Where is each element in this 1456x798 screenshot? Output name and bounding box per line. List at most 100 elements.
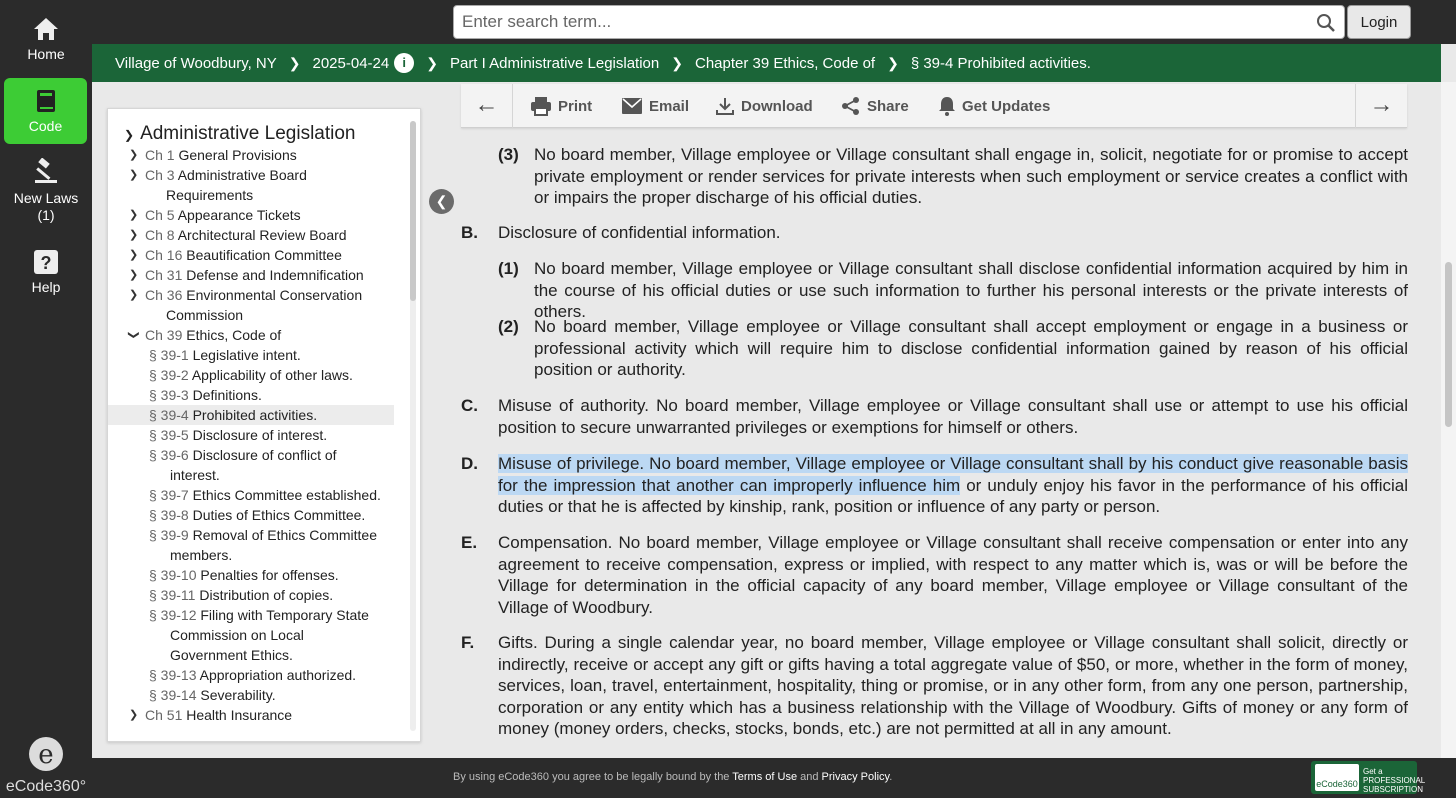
crumb-part[interactable]: Part I Administrative Legislation — [450, 55, 659, 72]
toc-title[interactable]: ❯ Administrative Legislation — [124, 123, 356, 145]
page-scroll-thumb[interactable] — [1445, 262, 1452, 427]
toc-num: § 39-4 — [149, 407, 189, 423]
crumb-chapter[interactable]: Chapter 39 Ethics, Code of — [695, 55, 875, 72]
toc-name: Duties of Ethics Committee. — [192, 507, 366, 523]
chevron-right-icon[interactable]: ❯ — [129, 165, 138, 185]
chevron-right-icon[interactable]: ❯ — [129, 265, 138, 285]
toc-section[interactable]: § 39-2 Applicability of other laws. — [108, 365, 408, 385]
toc-scrollbar[interactable] — [410, 121, 416, 731]
toc-title-text: Administrative Legislation — [140, 123, 356, 144]
toc-section[interactable]: § 39-12 Filing with Temporary State Commi… — [108, 605, 408, 665]
login-button[interactable]: Login — [1347, 5, 1411, 39]
rail-help[interactable]: ? Help — [0, 249, 92, 296]
book-icon — [36, 90, 55, 112]
toc-num: § 39-9 — [149, 527, 189, 543]
toc-section[interactable]: § 39-10 Penalties for offenses. — [108, 565, 408, 585]
para-label: (1) — [498, 259, 519, 278]
para-label: C. — [461, 396, 478, 415]
toc-num: Ch 31 — [145, 267, 183, 283]
info-icon[interactable]: i — [394, 53, 415, 73]
toc-section[interactable]: § 39-9 Removal of Ethics Committee member… — [108, 525, 408, 565]
footer-legal: By using eCode360 you agree to be legall… — [453, 771, 892, 783]
toc-name: Ethics Committee established. — [192, 487, 381, 503]
toc-num: § 39-2 — [149, 367, 189, 383]
download-button[interactable]: Download — [715, 95, 813, 117]
back-arrow-icon[interactable]: ← — [461, 84, 513, 128]
chevron-right-icon[interactable]: ❯ — [129, 205, 138, 225]
chevron-down-icon[interactable]: ❯ — [124, 330, 144, 339]
crumb-section[interactable]: § 39-4 Prohibited activities. — [911, 55, 1091, 72]
toc-num: § 39-3 — [149, 387, 189, 403]
toc-num: Ch 36 — [145, 287, 183, 303]
page-scrollbar[interactable] — [1441, 82, 1456, 758]
toc-section[interactable]: § 39-5 Disclosure of interest. — [108, 425, 408, 445]
share-button[interactable]: Share — [841, 95, 909, 117]
chevron-right-icon[interactable]: ❯ — [129, 245, 138, 265]
toc-panel: ❯ Administrative Legislation ❯ Ch 1 Genera… — [107, 108, 421, 742]
toc-name: Architectural Review Board — [177, 227, 347, 243]
toc-name: Penalties for offenses. — [200, 567, 339, 583]
toc-chapter[interactable]: ❯ Ch 1 General Provisions — [108, 145, 408, 165]
chevron-right-icon[interactable]: ❯ — [129, 285, 138, 305]
toc-num: § 39-10 — [149, 567, 197, 583]
toc-section[interactable]: § 39-7 Ethics Committee established. — [108, 485, 408, 505]
toc-name: Prohibited activities. — [192, 407, 318, 423]
email-label: Email — [649, 97, 690, 115]
toc-name: Appropriation authorized. — [199, 667, 357, 683]
chevron-right-icon[interactable]: ❯ — [129, 145, 138, 165]
rail-home[interactable]: Home — [0, 16, 92, 63]
toc-chapter[interactable]: ❯ Ch 31 Defense and Indemnification — [108, 265, 408, 285]
crumb-municipality[interactable]: Village of Woodbury, NY — [115, 55, 277, 72]
footer-end: . — [889, 771, 893, 783]
toc-num: § 39-5 — [149, 427, 189, 443]
get-updates-button[interactable]: Get Updates — [938, 95, 1050, 117]
privacy-link[interactable]: Privacy Policy — [822, 771, 890, 783]
share-icon — [842, 97, 859, 115]
crumb-date[interactable]: 2025-04-24 — [313, 55, 390, 72]
toc-section[interactable]: § 39-14 Severability. — [108, 685, 408, 705]
toc-name-cont: Commission on Local — [170, 627, 304, 643]
toc-chapter[interactable]: ❯ Ch 36 Environmental Conservation Commiss… — [108, 285, 408, 325]
print-button[interactable]: Print — [530, 95, 592, 117]
rail-code[interactable]: Code — [4, 78, 87, 144]
toc-num: § 39-11 — [149, 587, 196, 603]
toc-chapter[interactable]: ❯ Ch 3 Administrative Board Requirements — [108, 165, 408, 205]
toc-name: Ethics, Code of — [186, 327, 282, 343]
para-a3: No board member, Village employee or Vil… — [534, 145, 1408, 207]
subscription-text: Get a PROFESSIONAL SUBSCRIPTION — [1363, 767, 1425, 794]
toc-chapter[interactable]: ❯ Ch 39 Ethics, Code of — [108, 325, 408, 345]
search-input[interactable] — [454, 6, 1294, 38]
ecode360-logo[interactable]: e eCode360° — [4, 735, 88, 796]
chevron-right-icon: ❯ — [887, 54, 899, 71]
toc-section[interactable]: § 39-11 Distribution of copies. — [108, 585, 408, 605]
subscription-badge[interactable]: eCode360 Get a PROFESSIONAL SUBSCRIPTION — [1311, 761, 1425, 794]
toc-chapter[interactable]: ❯ Ch 51 Health Insurance — [108, 705, 408, 725]
print-label: Print — [558, 97, 593, 115]
collapse-panel-button[interactable]: ❮ — [429, 189, 454, 214]
search-icon[interactable] — [1316, 13, 1336, 33]
toc-list: ❯ Ch 1 General Provisions ❯ Ch 3 Administr… — [108, 145, 408, 725]
search-box — [453, 5, 1345, 39]
toc-name: Definitions. — [192, 387, 262, 403]
email-button[interactable]: Email — [621, 95, 689, 117]
toc-section-selected[interactable]: § 39-4 Prohibited activities. — [108, 405, 394, 425]
forward-arrow-icon[interactable]: → — [1355, 84, 1407, 128]
terms-link[interactable]: Terms of Use — [732, 771, 797, 783]
toc-chapter[interactable]: ❯ Ch 16 Beautification Committee — [108, 245, 408, 265]
toc-section[interactable]: § 39-1 Legislative intent. — [108, 345, 408, 365]
rail-new-laws[interactable]: New Laws (1) — [0, 158, 92, 224]
get-updates-label: Get Updates — [962, 97, 1051, 115]
para-label: (2) — [498, 317, 519, 336]
toc-chapter[interactable]: ❯ Ch 8 Architectural Review Board — [108, 225, 408, 245]
toc-scroll-thumb[interactable] — [410, 121, 416, 301]
toc-num: Ch 39 — [145, 327, 183, 343]
chevron-right-icon[interactable]: ❯ — [129, 705, 138, 725]
toc-num: § 39-7 — [149, 487, 189, 503]
toc-section[interactable]: § 39-6 Disclosure of conflict of interest… — [108, 445, 408, 485]
toc-name-cont: members. — [170, 547, 233, 563]
chevron-right-icon[interactable]: ❯ — [129, 225, 138, 245]
toc-chapter[interactable]: ❯ Ch 5 Appearance Tickets — [108, 205, 408, 225]
toc-section[interactable]: § 39-3 Definitions. — [108, 385, 408, 405]
toc-section[interactable]: § 39-13 Appropriation authorized. — [108, 665, 408, 685]
toc-section[interactable]: § 39-8 Duties of Ethics Committee. — [108, 505, 408, 525]
